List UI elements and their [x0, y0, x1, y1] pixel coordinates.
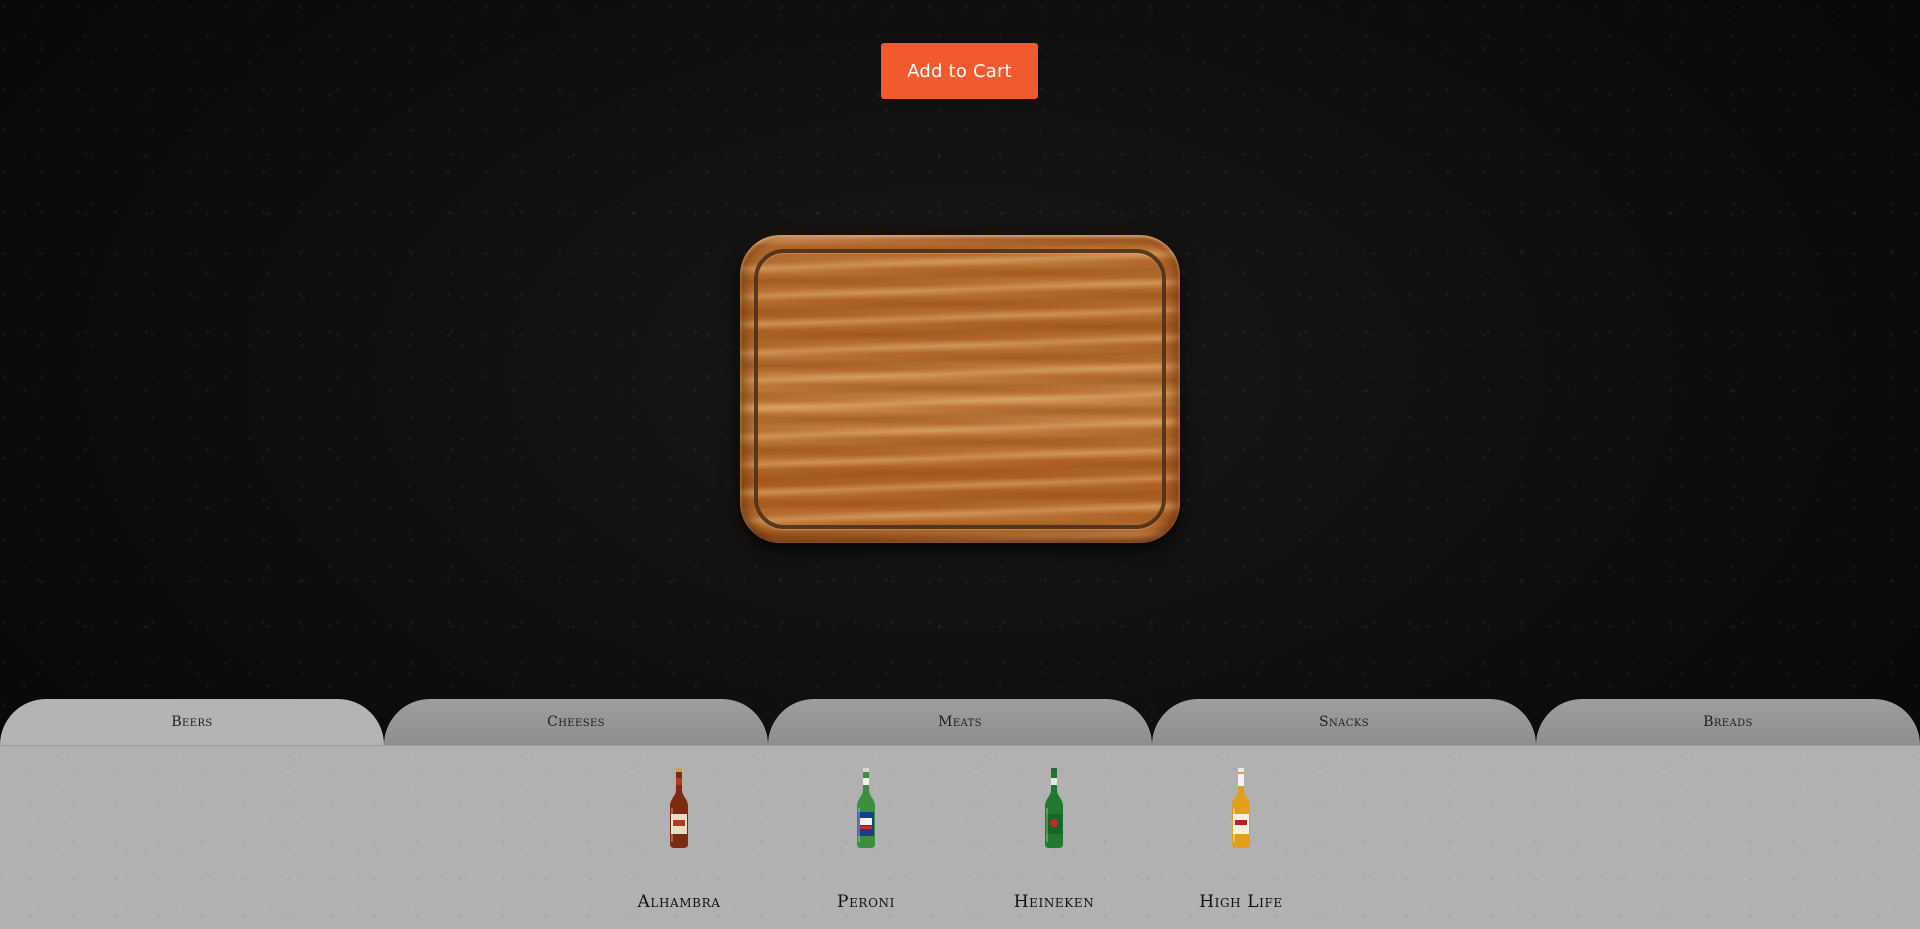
- tab-snacks[interactable]: Snacks: [1152, 699, 1536, 745]
- product-name: Peroni: [837, 892, 895, 912]
- tab-breads[interactable]: Breads: [1536, 699, 1920, 745]
- beer-bottle-icon: [1232, 768, 1250, 848]
- product-item-alhambra[interactable]: Alhambra: [604, 768, 754, 912]
- product-item-heineken[interactable]: Heineken: [979, 768, 1129, 912]
- beer-bottle-icon: [670, 768, 688, 848]
- category-tabs: Beers Cheeses Meats Snacks Breads: [0, 699, 1920, 745]
- product-name: High Life: [1199, 892, 1283, 912]
- product-item-high-life[interactable]: High Life: [1166, 768, 1316, 912]
- tab-cheeses[interactable]: Cheeses: [384, 699, 768, 745]
- tab-beers[interactable]: Beers: [0, 699, 384, 745]
- product-panel: Alhambra Peroni Heineken High Life: [0, 745, 1920, 929]
- beer-bottle-icon: [857, 768, 875, 848]
- product-item-peroni[interactable]: Peroni: [791, 768, 941, 912]
- tab-meats[interactable]: Meats: [768, 699, 1152, 745]
- cutting-board: [740, 235, 1180, 543]
- product-name: Heineken: [1013, 892, 1095, 912]
- cutting-board-groove: [754, 249, 1166, 529]
- product-name: Alhambra: [637, 892, 721, 912]
- add-to-cart-button[interactable]: Add to Cart: [881, 43, 1038, 99]
- beer-bottle-icon: [1045, 768, 1063, 848]
